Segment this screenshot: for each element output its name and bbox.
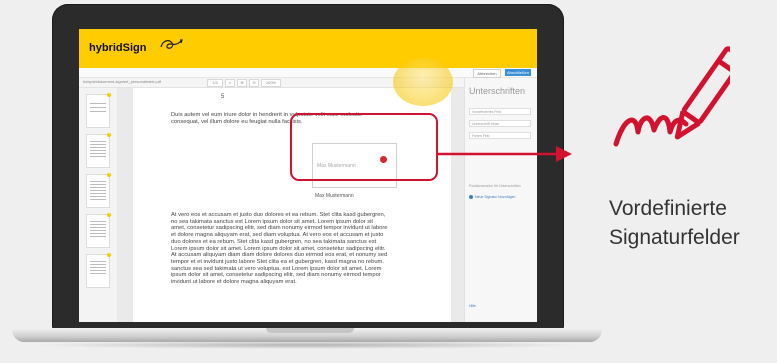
callout-caption: Vordefinierte Signaturfelder [609,194,774,252]
signature-pen-icon [613,46,730,147]
caption-line-1: Vordefinierte [609,197,727,220]
caption-line-2: Signaturfelder [609,226,740,249]
